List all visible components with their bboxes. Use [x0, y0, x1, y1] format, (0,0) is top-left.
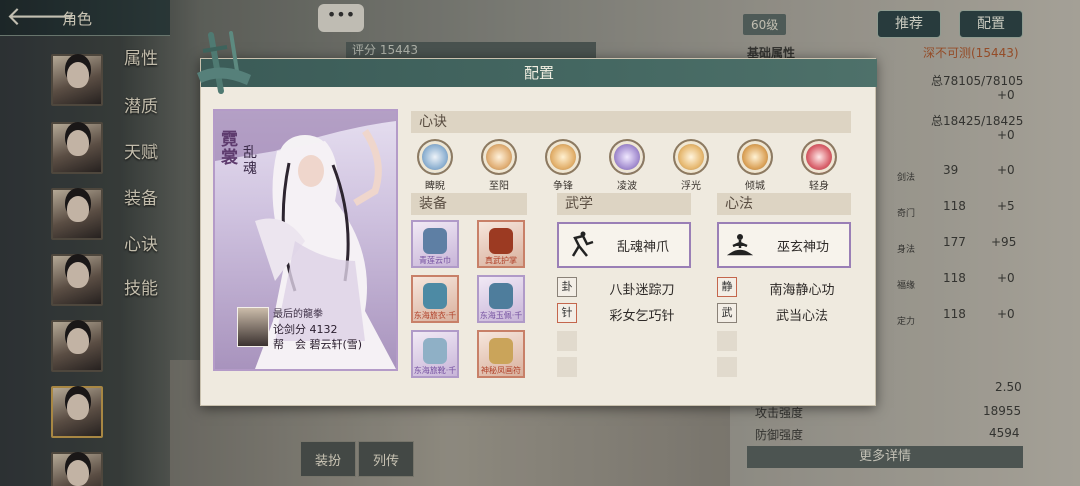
xinfa-sub-label: 南海静心功 [769, 283, 835, 298]
skill-label: 争锋 [553, 181, 573, 192]
skill-label: 至阳 [489, 181, 509, 192]
equip-slot-pendant[interactable]: 东海玉佩·千 [477, 275, 525, 323]
equip-slot-talisman[interactable]: 神秘凤画符 [477, 330, 525, 378]
xinjue-skill[interactable]: 浮光 [671, 139, 711, 192]
wuxue-sub-label: 八卦迷踪刀 [609, 283, 675, 298]
xinfa-sub-skill[interactable]: 武 武当心法 [717, 303, 857, 324]
empty-slot[interactable] [557, 357, 577, 377]
modal-title: 配置 [523, 64, 554, 82]
wuxue-main-skill[interactable]: 乱魂神爪 [557, 222, 691, 268]
xinjue-skill[interactable]: 轻身 [799, 139, 839, 192]
meditation-icon: 静 [717, 277, 737, 297]
equip-label: 真武护掌 [485, 256, 517, 265]
martial-figure-icon [571, 231, 594, 257]
skill-label: 浮光 [681, 181, 701, 192]
empty-slot[interactable] [557, 331, 577, 351]
player-name: 最后的龍拳 [273, 309, 323, 320]
wudang-icon: 武 [717, 303, 737, 323]
player-score: 论剑分 4132 [273, 323, 338, 336]
sword-ornament-icon [197, 31, 251, 94]
wuxue-section-header: 武学 [557, 193, 691, 215]
gloves-icon [489, 228, 513, 254]
xinjue-skill[interactable]: 睥睨 [415, 139, 455, 192]
wuxue-sub-skill[interactable]: 针 彩女乞巧针 [557, 303, 697, 324]
player-info: 最后的龍拳 论剑分 4132 帮 会 碧云轩(雪) [273, 307, 362, 352]
equipment-section-header: 装备 [411, 193, 527, 215]
equip-label: 青莲云巾 [419, 256, 451, 265]
skill-icon [737, 139, 773, 175]
armor-icon [423, 283, 447, 309]
modal-header: 配置 [201, 59, 877, 87]
bagua-icon: 卦 [557, 277, 577, 297]
meditation-figure-icon [726, 234, 754, 256]
xinfa-main-label: 巫玄神功 [776, 240, 829, 255]
equip-slot-boots[interactable]: 东海旅靴·千 [411, 330, 459, 378]
skill-icon [545, 139, 581, 175]
skill-label: 倾城 [745, 181, 765, 192]
equip-slot-headwear[interactable]: 青莲云巾 [411, 220, 459, 268]
wuxue-sub-skill[interactable]: 卦 八卦迷踪刀 [557, 277, 697, 298]
skill-icon [417, 139, 453, 175]
wuxue-sub-label: 彩女乞巧针 [609, 309, 675, 324]
xinjue-skill[interactable]: 至阳 [479, 139, 519, 192]
skill-icon [673, 139, 709, 175]
skill-icon [481, 139, 517, 175]
xinfa-sub-skill[interactable]: 静 南海静心功 [717, 277, 857, 298]
player-guild: 帮 会 碧云轩(雪) [273, 338, 363, 351]
xinfa-main-skill[interactable]: 巫玄神功 [717, 222, 851, 268]
player-avatar [237, 307, 269, 347]
headwear-icon [423, 228, 447, 254]
boots-icon [423, 338, 447, 364]
equip-slot-armor[interactable]: 东海旅衣·千 [411, 275, 459, 323]
talisman-icon [489, 338, 513, 364]
character-card[interactable]: 霓裳 乱魂 最后的龍拳 论剑分 4132 帮 会 碧云轩(雪) [213, 109, 398, 371]
empty-slot[interactable] [717, 357, 737, 377]
pendant-icon [489, 283, 513, 309]
empty-slot[interactable] [717, 331, 737, 351]
xinfa-sub-label: 武当心法 [775, 309, 828, 324]
equip-label: 东海旅衣·千 [413, 311, 457, 320]
equip-label: 神秘凤画符 [481, 366, 521, 375]
xinfa-section-header: 心法 [717, 193, 851, 215]
skill-icon [801, 139, 837, 175]
xinjue-skill[interactable]: 争锋 [543, 139, 583, 192]
xinjue-skill[interactable]: 倾城 [735, 139, 775, 192]
skill-icon [609, 139, 645, 175]
equip-slot-gloves[interactable]: 真武护掌 [477, 220, 525, 268]
skill-label: 睥睨 [425, 181, 445, 192]
character-name: 霓裳 [221, 130, 238, 168]
needle-icon: 针 [557, 303, 577, 323]
xinjue-section-header: 心诀 [411, 111, 851, 133]
skill-label: 凌波 [617, 181, 637, 192]
character-subtitle: 乱魂 [243, 145, 257, 177]
xinjue-skill[interactable]: 凌波 [607, 139, 647, 192]
config-modal: 配置 霓裳 乱魂 最后的龍拳 论剑分 4132 帮 会 碧云轩(雪) 心诀 睥睨… [197, 31, 877, 406]
equip-label: 东海旅靴·千 [413, 366, 457, 375]
wuxue-main-label: 乱魂神爪 [616, 240, 669, 255]
skill-label: 轻身 [809, 181, 829, 192]
equip-label: 东海玉佩·千 [479, 311, 523, 320]
